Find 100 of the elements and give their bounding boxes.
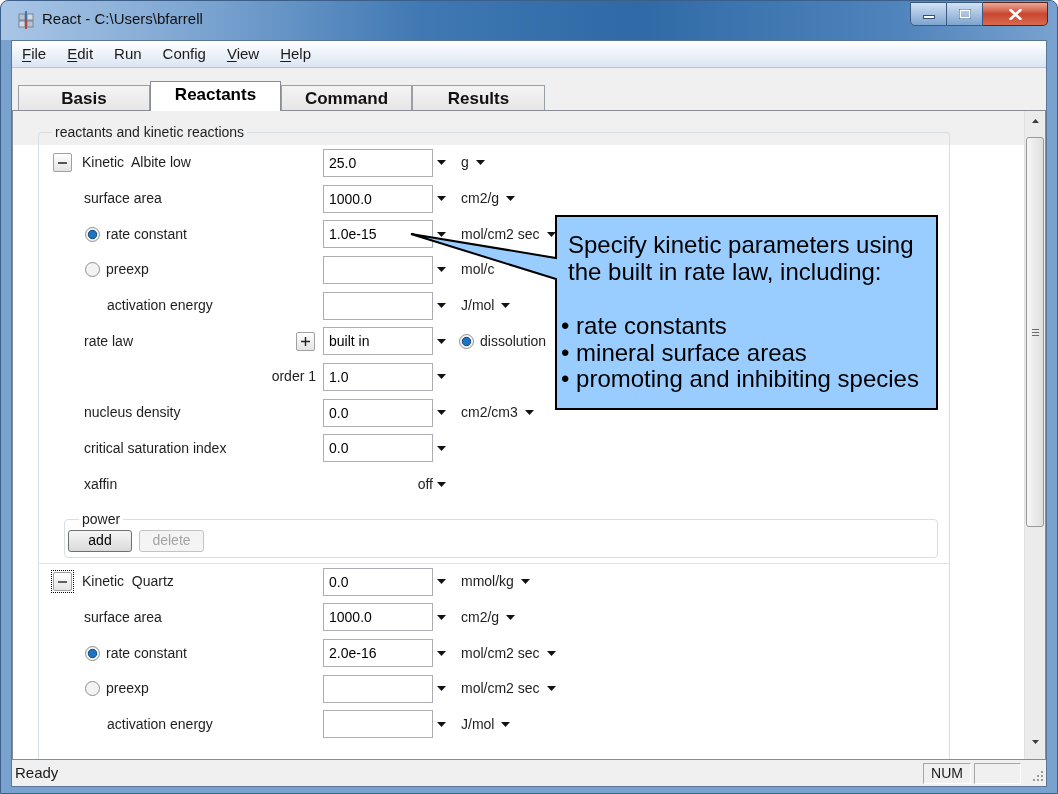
field-label: rate law xyxy=(84,331,134,351)
menu-item[interactable]: File xyxy=(22,42,47,66)
radio-label: rate constant xyxy=(106,643,187,663)
grip-icon xyxy=(1031,328,1039,336)
radio-button[interactable] xyxy=(85,226,100,242)
caret-icon[interactable] xyxy=(436,614,446,620)
tab[interactable]: Basis xyxy=(18,85,150,110)
caret-icon[interactable] xyxy=(520,579,530,585)
unit-dropdown[interactable]: g xyxy=(461,152,485,174)
text-field[interactable]: 0.0 xyxy=(323,398,433,427)
status-panel xyxy=(974,762,1021,784)
unit-dropdown[interactable]: mol/cm2 sec xyxy=(461,223,556,245)
caret-icon[interactable] xyxy=(546,231,556,237)
caret-icon[interactable] xyxy=(501,721,511,727)
radio-button[interactable] xyxy=(85,262,100,278)
reactant-title: Kinetic Quartz xyxy=(82,572,174,592)
radio-button[interactable] xyxy=(85,645,100,661)
field-label: activation energy xyxy=(107,714,213,734)
tab[interactable]: Results xyxy=(412,85,545,110)
text-field[interactable]: 0.0 xyxy=(323,434,433,463)
field-label: xaffin xyxy=(84,474,118,494)
menu-item[interactable]: Edit xyxy=(67,42,94,66)
down-arrow-icon xyxy=(1031,740,1039,744)
field-label: activation energy xyxy=(107,296,213,316)
unit-dropdown[interactable]: cm2/g xyxy=(461,606,516,628)
bullet-item: • mineral surface areas xyxy=(561,339,808,366)
bullet-item: • promoting and inhibiting species xyxy=(561,366,920,393)
caret-icon[interactable] xyxy=(546,686,556,692)
text-field[interactable] xyxy=(323,255,433,284)
caret-icon[interactable] xyxy=(436,196,446,202)
status-panel: NUM xyxy=(923,762,971,784)
scrollbar[interactable] xyxy=(1024,111,1045,759)
unit-dropdown[interactable]: cm2/cm3 xyxy=(461,402,534,424)
collapse-button[interactable] xyxy=(51,570,74,594)
caret-icon[interactable] xyxy=(436,579,446,585)
maximize-icon xyxy=(958,9,971,19)
field-label: surface area xyxy=(84,607,162,627)
caret-icon[interactable] xyxy=(436,686,446,692)
caret-icon[interactable] xyxy=(436,231,446,237)
collapse-button[interactable] xyxy=(51,151,74,175)
caret-icon[interactable] xyxy=(506,196,516,202)
field-label: surface area xyxy=(84,189,162,209)
text-field[interactable]: 1000.0 xyxy=(323,184,433,213)
unit-dropdown[interactable]: mmol/kg xyxy=(461,571,530,593)
radio-label: dissolution xyxy=(480,331,547,351)
resize-grip-icon[interactable] xyxy=(1032,770,1044,782)
radio-label: preexp xyxy=(106,260,149,280)
add-button[interactable]: add xyxy=(68,529,132,552)
radio-label: preexp xyxy=(106,679,149,699)
unit-dropdown[interactable]: J/mol xyxy=(461,295,511,317)
text-field[interactable]: 1000.0 xyxy=(323,603,433,632)
minimize-button[interactable] xyxy=(910,2,947,26)
scrollbar-thumb[interactable] xyxy=(1026,137,1044,527)
menu-item[interactable]: Help xyxy=(280,42,312,66)
text-field[interactable]: 1.0 xyxy=(323,362,433,391)
minimize-icon xyxy=(922,15,935,19)
bullet-item: • rate constants xyxy=(561,313,728,340)
unit-dropdown[interactable]: mol/cm2 sec xyxy=(461,642,556,664)
text-field[interactable] xyxy=(323,710,433,739)
caret-icon[interactable] xyxy=(437,481,446,487)
text-field[interactable] xyxy=(323,291,433,320)
reactant-title: Kinetic Albite low xyxy=(82,153,191,173)
caret-icon[interactable] xyxy=(436,445,446,451)
unit-dropdown[interactable]: mol/cm2 sec xyxy=(461,678,556,700)
menu-item[interactable]: Run xyxy=(114,42,142,66)
tab[interactable]: Reactants xyxy=(150,81,281,111)
caret-icon[interactable] xyxy=(436,160,446,166)
caret-icon[interactable] xyxy=(475,160,485,166)
caret-icon[interactable] xyxy=(436,303,446,309)
option-dropdown[interactable]: off xyxy=(417,473,449,495)
radio-button[interactable] xyxy=(85,681,100,697)
unit-dropdown[interactable]: cm2/g xyxy=(461,188,516,210)
caret-icon[interactable] xyxy=(501,303,511,309)
radio-label: rate constant xyxy=(106,224,187,244)
up-arrow-icon xyxy=(1031,119,1039,123)
caret-icon[interactable] xyxy=(436,721,446,727)
radio-button[interactable] xyxy=(459,333,474,349)
app-icon xyxy=(18,10,34,29)
caret-icon[interactable] xyxy=(546,650,556,656)
unit-dropdown[interactable]: mol/c xyxy=(461,259,495,281)
caret-icon[interactable] xyxy=(436,650,446,656)
caret-icon[interactable] xyxy=(436,338,446,344)
close-button[interactable] xyxy=(983,2,1048,26)
tab[interactable]: Command xyxy=(281,85,412,110)
text-field[interactable]: 25.0 xyxy=(323,148,433,177)
text-field[interactable]: 0.0 xyxy=(323,567,433,596)
text-field[interactable]: 2.0e-16 xyxy=(323,639,433,668)
menu-item[interactable]: View xyxy=(226,42,260,66)
text-field[interactable] xyxy=(323,674,433,703)
status-text: Ready xyxy=(14,762,59,783)
text-field[interactable]: 1.0e-15 xyxy=(323,220,433,249)
unit-dropdown[interactable]: J/mol xyxy=(461,713,511,735)
combo-field[interactable]: built in xyxy=(323,327,433,356)
plus-icon xyxy=(301,336,310,346)
caret-icon[interactable] xyxy=(436,374,446,380)
caret-icon[interactable] xyxy=(506,614,516,620)
expand-button[interactable] xyxy=(296,331,315,351)
menu-item[interactable]: Config xyxy=(162,42,206,66)
maximize-button[interactable] xyxy=(947,2,983,26)
caret-icon[interactable] xyxy=(436,267,446,273)
